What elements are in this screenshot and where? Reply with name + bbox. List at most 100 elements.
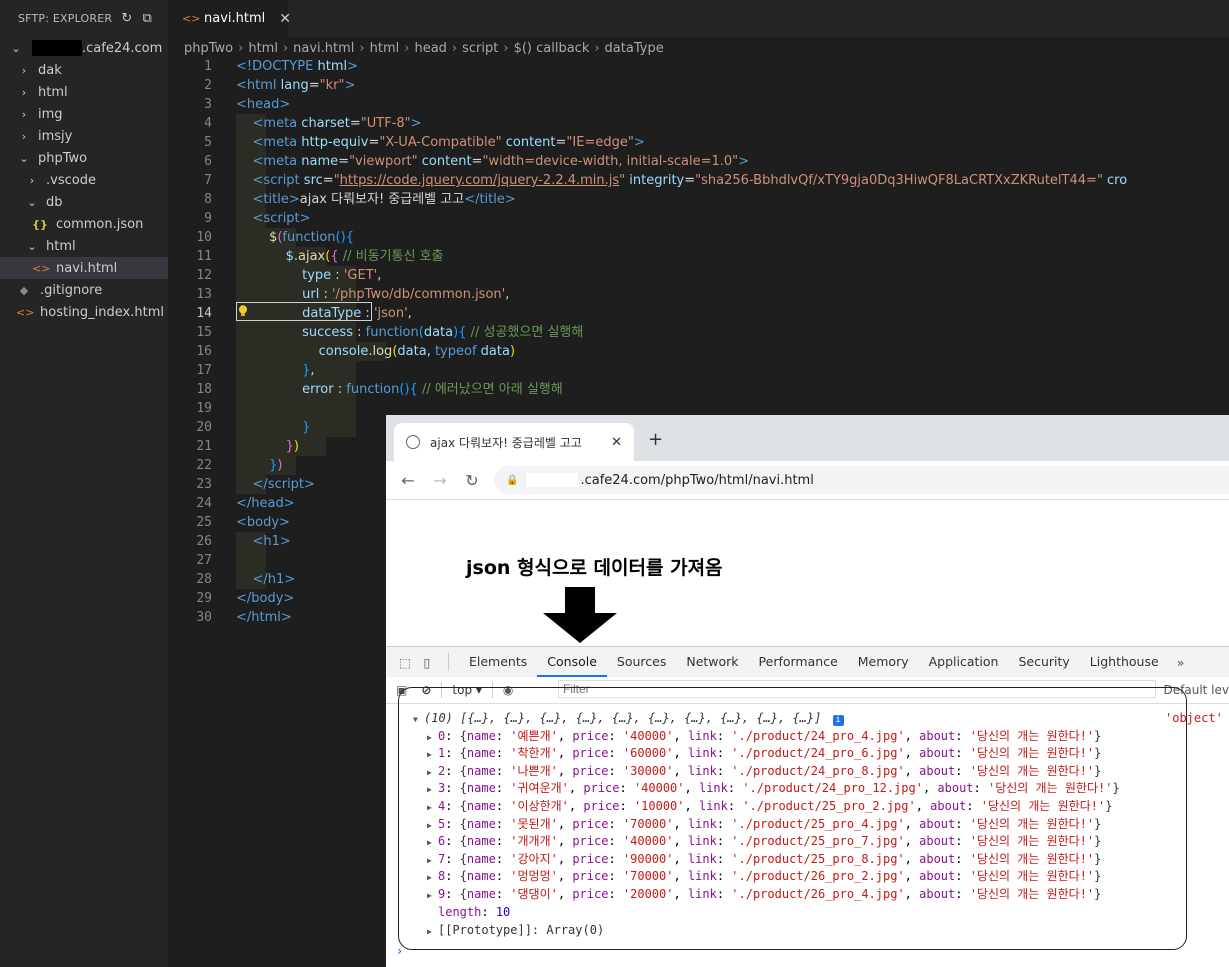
- caret-right-icon[interactable]: ▶: [427, 887, 438, 905]
- refresh-icon[interactable]: ↻: [121, 11, 132, 26]
- globe-icon: [406, 435, 420, 449]
- tab-navi-html[interactable]: <> navi.html ✕: [168, 0, 291, 37]
- chevron-right-icon: ›: [21, 63, 27, 77]
- tree-item[interactable]: <> navi.html: [0, 257, 168, 279]
- tree-item[interactable]: › img: [0, 103, 168, 125]
- reload-icon[interactable]: ↻: [456, 471, 488, 490]
- line-number: 5: [204, 135, 212, 150]
- console-array-item[interactable]: ▶ 7: {name: '강아지', price: '90000', link: …: [427, 851, 1101, 870]
- caret-right-icon[interactable]: ▶: [427, 729, 438, 747]
- code-line: },: [302, 363, 315, 378]
- sidebar-toggle-icon[interactable]: ▣: [396, 683, 407, 697]
- tab-network[interactable]: Network: [676, 647, 748, 677]
- console-array-item[interactable]: ▶ 8: {name: '멍멍멍', price: '70000', link: …: [427, 868, 1101, 887]
- console-prompt[interactable]: ›: [396, 943, 403, 961]
- line-number: 21: [196, 439, 212, 454]
- tab-console[interactable]: Console: [537, 647, 607, 677]
- redacted-host: [32, 40, 82, 56]
- chevron-right-icon: ›: [503, 40, 509, 56]
- tree-item[interactable]: ◆ .gitignore: [0, 279, 168, 301]
- console-array-item[interactable]: ▶ 9: {name: '댕댕이', price: '20000', link: …: [427, 886, 1101, 905]
- console-array-item[interactable]: ▶ 2: {name: '나쁜개', price: '30000', link: …: [427, 763, 1101, 782]
- close-icon[interactable]: ✕: [611, 435, 622, 450]
- tab-sources[interactable]: Sources: [607, 647, 676, 677]
- tab-lighthouse[interactable]: Lighthouse: [1080, 647, 1169, 677]
- lightbulb-icon[interactable]: [238, 305, 248, 317]
- info-icon[interactable]: i: [832, 715, 844, 726]
- breadcrumb-item[interactable]: html: [248, 41, 278, 56]
- console-array-item[interactable]: ▶ 0: {name: '예쁜개', price: '40000', link: …: [427, 728, 1101, 747]
- breadcrumb-item[interactable]: head: [414, 41, 446, 56]
- console-array-item[interactable]: ▶ 5: {name: '못된개', price: '70000', link: …: [427, 816, 1101, 835]
- browser-tab-strip: ajax 다뤄보자! 중급레벨 고고 ✕ +: [386, 415, 1229, 461]
- redacted-host: [526, 473, 579, 487]
- console-array-summary[interactable]: ▼ (10) [{…}, {…}, {…}, {…}, {…}, {…}, {…}…: [413, 710, 844, 729]
- tab-memory[interactable]: Memory: [848, 647, 919, 677]
- tree-item[interactable]: <> hosting_index.html: [0, 301, 168, 323]
- code-line: }: [302, 420, 311, 435]
- chevron-right-icon: ›: [282, 40, 289, 56]
- caret-right-icon[interactable]: ▶: [427, 923, 438, 941]
- line-number: 22: [196, 458, 212, 473]
- log-levels-select[interactable]: Default lev: [1164, 683, 1229, 697]
- code-line: <title>ajax 다뤄보자! 중급레벨 고고</title>: [252, 192, 516, 207]
- address-bar[interactable]: 🔒 .cafe24.com/phpTwo/html/navi.html: [494, 466, 1229, 494]
- tree-item[interactable]: › dak: [0, 59, 168, 81]
- more-tabs-icon[interactable]: »: [1177, 655, 1185, 670]
- console-array-item[interactable]: ▶ 1: {name: '착한개', price: '60000', link: …: [427, 745, 1101, 764]
- console-array-item[interactable]: ▶ 4: {name: '이상한개', price: '10000', link:…: [427, 798, 1112, 817]
- tree-item-label: common.json: [56, 216, 144, 232]
- breadcrumb-item[interactable]: html: [370, 41, 400, 56]
- tree-item[interactable]: ⌄ phpTwo: [0, 147, 168, 169]
- prototype-entry[interactable]: ▶ [[Prototype]]: Array(0): [427, 922, 604, 941]
- line-number: 10: [196, 230, 212, 245]
- tree-root[interactable]: ⌄ .cafe24.com: [0, 37, 168, 59]
- tab-elements[interactable]: Elements: [459, 647, 537, 677]
- tree-item[interactable]: {} common.json: [0, 213, 168, 235]
- caret-right-icon[interactable]: ▶: [427, 781, 438, 799]
- tree-item[interactable]: › html: [0, 81, 168, 103]
- breadcrumb-item[interactable]: navi.html: [293, 41, 354, 56]
- line-number: 25: [196, 515, 212, 530]
- caret-right-icon[interactable]: ▶: [427, 764, 438, 782]
- tab-security[interactable]: Security: [1008, 647, 1079, 677]
- close-icon[interactable]: ✕: [279, 11, 291, 27]
- line-number: 1: [204, 59, 212, 74]
- tree-item[interactable]: › .vscode: [0, 169, 168, 191]
- caret-right-icon[interactable]: ▶: [427, 746, 438, 764]
- tree-item[interactable]: ⌄ db: [0, 191, 168, 213]
- tree-item[interactable]: › imsjy: [0, 125, 168, 147]
- caret-right-icon[interactable]: ▶: [427, 799, 438, 817]
- chevron-right-icon: ›: [404, 40, 410, 56]
- collapse-all-icon[interactable]: ⧉: [143, 11, 152, 26]
- forward-arrow-icon[interactable]: →: [424, 471, 456, 490]
- code-line: $.ajax({ // 비동기통신 호출: [285, 249, 444, 264]
- back-arrow-icon[interactable]: ←: [392, 471, 424, 490]
- tab-application[interactable]: Application: [919, 647, 1009, 677]
- inspect-element-icon[interactable]: ⬚: [394, 655, 416, 670]
- breadcrumb-item[interactable]: script: [462, 41, 498, 56]
- tree-item[interactable]: ⌄ html: [0, 235, 168, 257]
- eye-icon[interactable]: ◉: [503, 683, 513, 697]
- filter-input[interactable]: [558, 680, 1156, 698]
- code-line: success : function(data){ // 성공했으면 실행해: [302, 325, 584, 340]
- device-toolbar-icon[interactable]: ▯: [416, 655, 438, 670]
- context-select[interactable]: top ▾: [452, 683, 482, 697]
- code-line: <html lang="kr">: [236, 78, 356, 93]
- caret-down-icon[interactable]: ▼: [413, 711, 424, 729]
- caret-right-icon[interactable]: ▶: [427, 834, 438, 852]
- caret-right-icon[interactable]: ▶: [427, 869, 438, 887]
- console-array-item[interactable]: ▶ 6: {name: '개개개', price: '40000', link: …: [427, 833, 1101, 852]
- breadcrumb-item[interactable]: phpTwo: [184, 41, 233, 56]
- caret-right-icon[interactable]: ▶: [427, 852, 438, 870]
- browser-tab[interactable]: ajax 다뤄보자! 중급레벨 고고 ✕: [394, 423, 634, 461]
- console-array-item[interactable]: ▶ 3: {name: '귀여운개', price: '40000', link:…: [427, 780, 1120, 799]
- breadcrumb-item[interactable]: dataType: [605, 41, 664, 56]
- clear-console-icon[interactable]: ⊘: [421, 683, 431, 697]
- tab-performance[interactable]: Performance: [749, 647, 848, 677]
- caret-right-icon[interactable]: ▶: [427, 817, 438, 835]
- new-tab-button[interactable]: +: [648, 429, 663, 450]
- line-number: 8: [204, 192, 212, 207]
- breadcrumb-item[interactable]: $() callback: [514, 41, 590, 56]
